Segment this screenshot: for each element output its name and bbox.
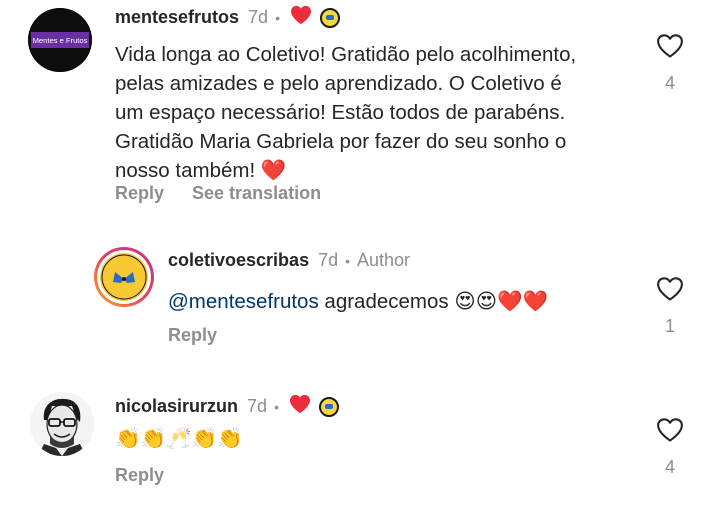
avatar-logo-text: Mentes e Frutos: [33, 36, 88, 45]
timestamp: 7d: [318, 250, 339, 270]
liked-by-author-heart-icon: [289, 394, 311, 419]
avatar[interactable]: Mentes e Frutos: [28, 8, 92, 72]
comment-text-content: agradecemos 😍😍❤️❤️: [318, 290, 549, 313]
comment-text: 👏👏🥂👏👏: [115, 424, 415, 453]
comment-text-line: Gratidão Maria Gabriela por fazer do seu…: [115, 130, 567, 153]
username[interactable]: mentesefrutos: [115, 7, 239, 28]
comment-actions: Reply: [168, 325, 217, 346]
like-count: 4: [664, 457, 675, 477]
see-translation-button[interactable]: See translation: [192, 183, 321, 204]
username[interactable]: coletivoescribas: [168, 250, 309, 271]
separator-dot: •: [275, 9, 280, 26]
heart-outline-icon[interactable]: [656, 277, 684, 306]
heart-outline-icon[interactable]: [656, 418, 684, 447]
reply-button[interactable]: Reply: [115, 465, 164, 486]
username[interactable]: nicolasirurzun: [115, 396, 238, 417]
comment-actions: Reply: [115, 465, 164, 486]
author-badge: Author: [357, 250, 411, 270]
comment-text-line: pelas amizades e pelo aprendizado. O Col…: [115, 72, 562, 95]
comment-text-line: Vida longa ao Coletivo! Gratidão pelo ac…: [115, 43, 577, 66]
comment-text-line: um espaço necessário! Estão todos de par…: [115, 101, 566, 124]
separator-dot: •: [274, 398, 279, 415]
mention-link[interactable]: @mentesefrutos: [168, 290, 319, 313]
comment-meta: coletivoescribas 7d • Author: [168, 250, 410, 271]
author-mini-avatar: [319, 7, 340, 28]
like-count: 4: [664, 73, 675, 93]
liked-by-author-heart-icon: [290, 5, 312, 30]
heart-outline-icon[interactable]: [656, 34, 684, 63]
comment-coletivoescribas: coletivoescribas 7d • Author @mentesefru…: [0, 240, 720, 355]
timestamp: 7d: [247, 396, 268, 416]
author-mini-avatar: [318, 396, 339, 417]
comment-text: Vida longa ao Coletivo! Gratidão pelo ac…: [115, 40, 655, 185]
reply-button[interactable]: Reply: [168, 325, 217, 346]
comment-nicolasirurzun: nicolasirurzun 7d • 👏👏🥂👏👏 Reply 4: [0, 380, 720, 500]
comment-mentesefrutos: Mentes e Frutos mentesefrutos 7d • Vida …: [0, 0, 720, 215]
comment-meta: mentesefrutos 7d •: [115, 5, 340, 30]
separator-dot: •: [345, 252, 351, 269]
comment-actions: Reply See translation: [115, 183, 321, 204]
coletivoescribas-logo: [94, 247, 154, 307]
nicolasirurzun-portrait: [30, 392, 94, 456]
timestamp: 7d: [248, 7, 269, 27]
like-column: 1: [650, 276, 690, 337]
like-column: 4: [650, 33, 690, 94]
comment-text-line: nosso também! ❤️: [115, 159, 287, 182]
like-count: 1: [664, 316, 675, 336]
like-column: 4: [650, 417, 690, 478]
mentesefrutos-logo: Mentes e Frutos: [28, 8, 92, 72]
comment-meta: nicolasirurzun 7d •: [115, 394, 339, 419]
reply-button[interactable]: Reply: [115, 183, 164, 204]
avatar[interactable]: [30, 392, 94, 456]
avatar[interactable]: [93, 246, 155, 308]
comment-text: @mentesefrutos agradecemos 😍😍❤️❤️: [168, 287, 638, 316]
comment-text-content: 👏👏🥂👏👏: [115, 427, 243, 450]
